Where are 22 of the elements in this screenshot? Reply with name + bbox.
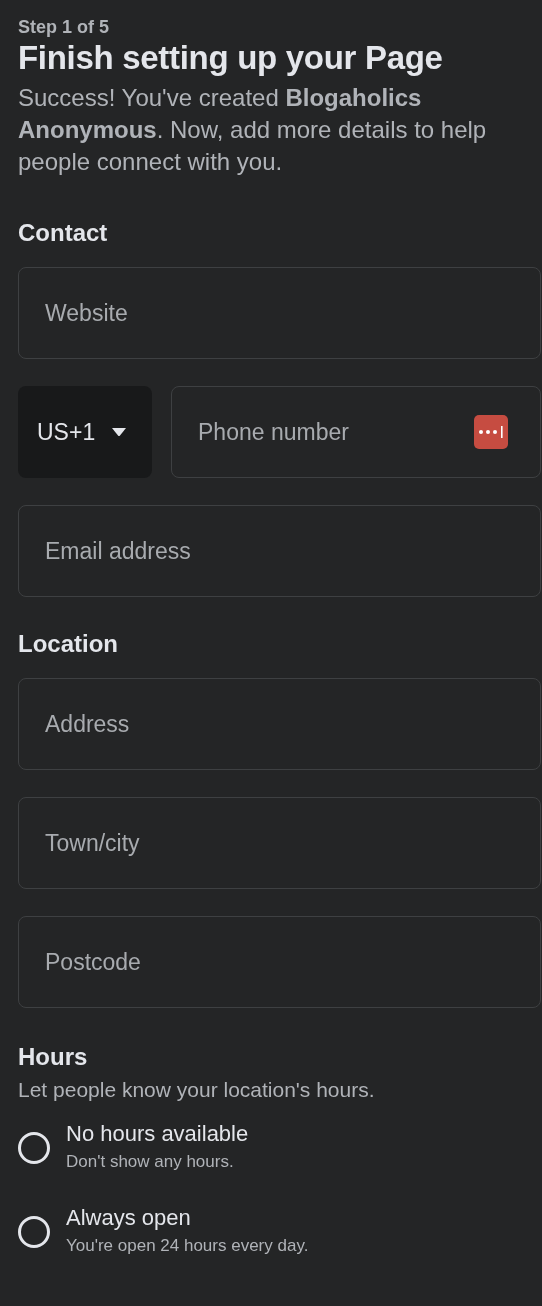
text-field[interactable]: Town/city xyxy=(18,797,541,889)
section-subtitle: Let people know your location's hours. xyxy=(18,1077,375,1103)
page-title: Finish setting up your Page xyxy=(18,38,443,78)
step-indicator: Step 1 of 5 xyxy=(18,16,110,38)
section-heading: Location xyxy=(18,629,118,659)
phone-field[interactable]: Phone number xyxy=(171,386,541,478)
option-label: Always open xyxy=(66,1204,192,1232)
text-field[interactable]: Email address xyxy=(18,505,541,597)
option-hint: You're open 24 hours every day. xyxy=(66,1235,309,1257)
caret-icon xyxy=(111,427,128,437)
text-field[interactable]: Website xyxy=(18,267,541,359)
password-manager-icon[interactable] xyxy=(474,415,508,449)
radio-button[interactable] xyxy=(18,1132,50,1164)
text-field[interactable]: Address xyxy=(18,678,541,770)
description-text: Success! You've created Blogaholics Anonymous. Now, add more details to help people connect with you. xyxy=(18,83,488,177)
text-field[interactable]: Postcode xyxy=(18,916,541,1008)
radio-button[interactable] xyxy=(18,1216,50,1248)
section-heading: Hours xyxy=(18,1042,88,1072)
option-hint: Don't show any hours. xyxy=(66,1151,235,1173)
option-label: No hours available xyxy=(66,1120,249,1148)
country-code-dropdown[interactable]: US+1 xyxy=(18,386,152,478)
section-heading: Contact xyxy=(18,218,108,248)
